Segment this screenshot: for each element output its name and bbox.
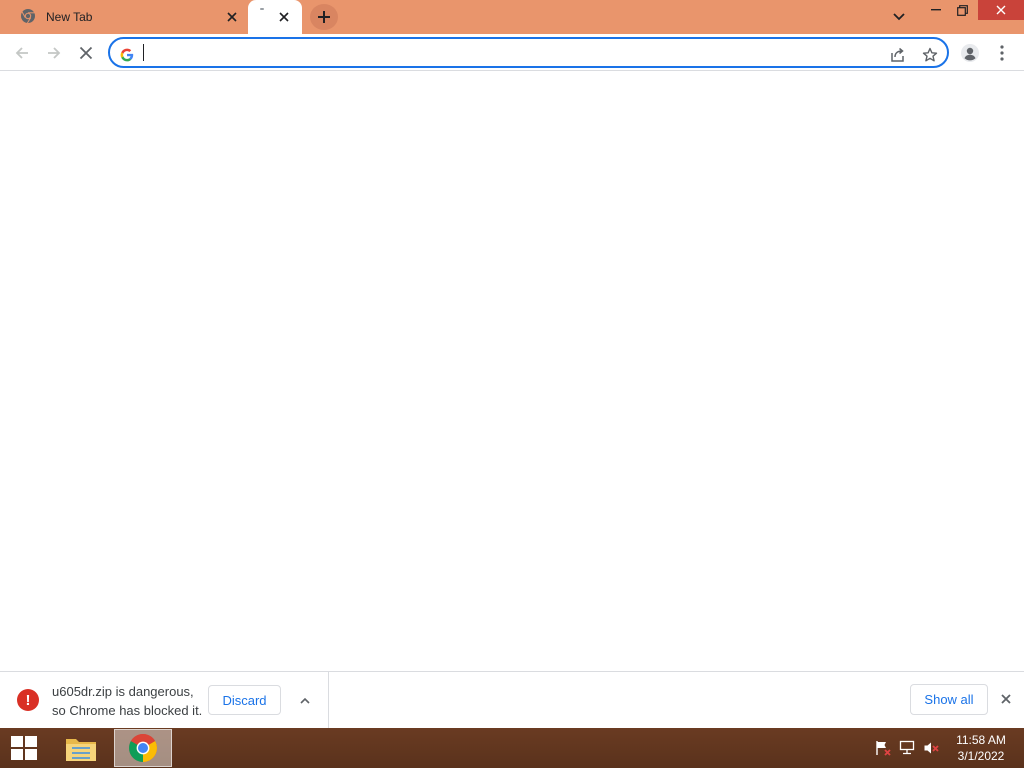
chrome-icon bbox=[129, 734, 157, 762]
kebab-menu-icon bbox=[1000, 45, 1004, 61]
chrome-taskbar-button[interactable] bbox=[114, 729, 172, 767]
close-shelf-button[interactable] bbox=[996, 689, 1016, 709]
google-icon bbox=[116, 44, 138, 66]
chevron-up-icon bbox=[300, 697, 310, 704]
loading-icon bbox=[260, 8, 264, 10]
close-icon bbox=[1001, 694, 1011, 704]
chrome-menu-button[interactable] bbox=[988, 39, 1016, 67]
arrow-right-icon bbox=[48, 47, 61, 59]
restore-icon bbox=[956, 4, 968, 16]
toolbar bbox=[0, 34, 1024, 71]
chrome-icon bbox=[20, 8, 36, 27]
close-icon bbox=[996, 5, 1006, 15]
bookmark-star-icon[interactable] bbox=[919, 44, 941, 66]
address-bar[interactable] bbox=[108, 37, 949, 68]
back-button[interactable] bbox=[8, 39, 36, 67]
taskbar: 11:58 AM 3/1/2022 bbox=[0, 728, 1024, 768]
stop-icon bbox=[79, 46, 93, 60]
plus-icon bbox=[318, 11, 330, 23]
download-message-line: so Chrome has blocked it. bbox=[52, 703, 203, 718]
tab-new-tab[interactable]: New Tab bbox=[8, 0, 246, 34]
stop-loading-button[interactable] bbox=[72, 39, 100, 67]
start-button[interactable] bbox=[0, 728, 48, 768]
action-center-flag-icon[interactable] bbox=[874, 739, 892, 757]
system-clock[interactable]: 11:58 AM 3/1/2022 bbox=[946, 732, 1016, 764]
profile-avatar-icon bbox=[961, 44, 979, 62]
text-caret bbox=[143, 44, 144, 61]
arrow-left-icon bbox=[15, 47, 28, 59]
forward-button[interactable] bbox=[40, 39, 68, 67]
omnibox-input[interactable] bbox=[142, 40, 872, 65]
close-tab-icon[interactable] bbox=[222, 7, 242, 27]
close-tab-icon[interactable] bbox=[274, 7, 294, 27]
close-window-button[interactable] bbox=[978, 0, 1024, 20]
tab-active-loading[interactable] bbox=[248, 0, 302, 34]
network-icon[interactable] bbox=[898, 739, 916, 757]
show-all-button[interactable]: Show all bbox=[910, 684, 988, 715]
file-explorer-taskbar-button[interactable] bbox=[52, 729, 110, 767]
download-status-text: u605dr.zip is dangerous, so Chrome has b… bbox=[52, 682, 202, 720]
windows-logo-icon bbox=[11, 736, 37, 760]
tab-search-button[interactable] bbox=[888, 6, 910, 28]
clock-date: 3/1/2022 bbox=[957, 749, 1005, 763]
download-filename-line: u605dr.zip is dangerous, bbox=[52, 684, 194, 699]
warning-icon: ! bbox=[17, 689, 39, 711]
tab-strip: New Tab bbox=[0, 0, 1024, 34]
profile-button[interactable] bbox=[956, 39, 984, 67]
file-explorer-icon bbox=[66, 739, 96, 761]
clock-time: 11:58 AM bbox=[956, 733, 1006, 747]
download-shelf: ! u605dr.zip is dangerous, so Chrome has… bbox=[0, 671, 1024, 728]
volume-muted-icon[interactable] bbox=[922, 739, 940, 757]
restore-button[interactable] bbox=[944, 0, 980, 20]
discard-button[interactable]: Discard bbox=[208, 685, 281, 715]
minimize-icon bbox=[931, 9, 941, 11]
new-tab-button[interactable] bbox=[310, 4, 338, 30]
download-options-button[interactable] bbox=[294, 688, 316, 712]
share-icon[interactable] bbox=[887, 44, 909, 66]
page-content bbox=[0, 71, 1024, 671]
chevron-down-icon bbox=[893, 13, 905, 21]
download-item: ! u605dr.zip is dangerous, so Chrome has… bbox=[0, 672, 329, 728]
tab-title: New Tab bbox=[46, 10, 93, 24]
